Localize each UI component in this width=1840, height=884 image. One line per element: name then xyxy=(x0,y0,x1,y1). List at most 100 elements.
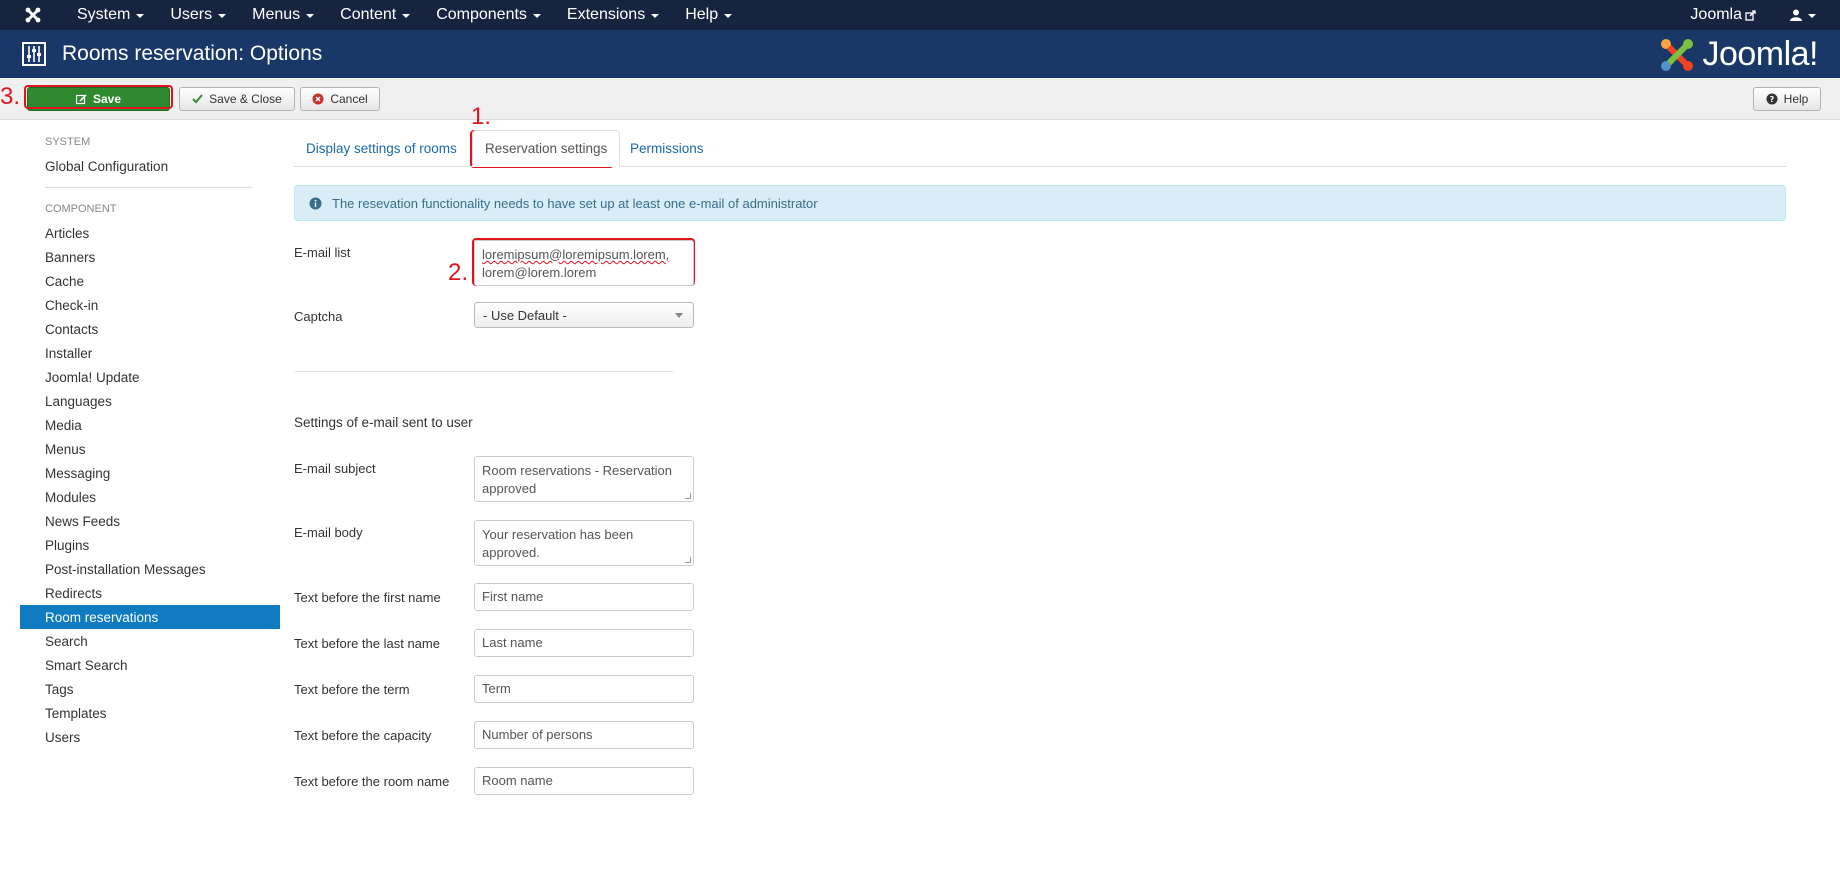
term-label: Text before the term xyxy=(294,682,410,697)
menu-help[interactable]: Help xyxy=(672,0,745,30)
sidebar-item-news-feeds[interactable]: News Feeds xyxy=(20,509,280,533)
sidebar-heading-component: COMPONENT xyxy=(45,203,117,215)
menu-label: Components xyxy=(436,6,527,23)
user-icon xyxy=(1790,9,1802,21)
resize-grip-icon[interactable] xyxy=(685,493,691,499)
sidebar-item-contacts[interactable]: Contacts xyxy=(20,317,280,341)
cancel-button[interactable]: Cancel xyxy=(300,87,380,111)
sidebar-item-templates[interactable]: Templates xyxy=(20,701,280,725)
tab-display-settings[interactable]: Display settings of rooms xyxy=(294,130,469,167)
sidebar-item-joomla-update[interactable]: Joomla! Update xyxy=(20,365,280,389)
captcha-selected-value: - Use Default - xyxy=(483,307,567,323)
save-button[interactable]: Save xyxy=(27,87,170,111)
sidebar-divider xyxy=(45,187,252,188)
menu-menus[interactable]: Menus xyxy=(239,0,327,30)
caret-down-icon xyxy=(218,14,227,18)
menu-users[interactable]: Users xyxy=(157,0,239,30)
email-subject-textarea[interactable]: Room reservations - Reservation approved xyxy=(474,456,694,502)
options-icon xyxy=(22,42,46,66)
email-list-line-2: lorem@lorem.lorem xyxy=(482,265,597,280)
captcha-label: Captcha xyxy=(294,309,343,324)
sidebar-item-cache[interactable]: Cache xyxy=(20,269,280,293)
site-link-label: Joomla xyxy=(1690,6,1742,23)
email-list-textarea[interactable]: loremipsum@loremipsum.lorem, lorem@lorem… xyxy=(474,240,694,286)
caret-down-icon xyxy=(532,14,541,18)
cancel-label: Cancel xyxy=(330,92,368,106)
email-body-value: Your reservation has been approved. xyxy=(482,527,634,560)
sidebar-item-post-installation-messages[interactable]: Post-installation Messages xyxy=(20,557,280,581)
topnav-right: Joomla xyxy=(1690,0,1840,30)
last-name-input[interactable]: Last name xyxy=(474,629,694,657)
room-name-label: Text before the room name xyxy=(294,774,450,789)
joomla-logo-icon xyxy=(1661,38,1694,71)
tab-reservation-settings[interactable]: Reservation settings xyxy=(472,130,621,167)
menu-label: System xyxy=(77,6,131,23)
sidebar-item-menus[interactable]: Menus xyxy=(20,437,280,461)
sidebar-item-tags[interactable]: Tags xyxy=(20,677,280,701)
menu-system[interactable]: System xyxy=(64,0,157,30)
joomla-logo-icon[interactable] xyxy=(20,2,46,28)
sidebar-item-banners[interactable]: Banners xyxy=(20,245,280,269)
menu-label: Users xyxy=(170,6,213,23)
sidebar-item-articles[interactable]: Articles xyxy=(20,221,280,245)
menu-label: Help xyxy=(685,6,719,23)
info-circle-icon xyxy=(309,197,322,210)
sidebar-heading-system: SYSTEM xyxy=(45,136,91,148)
email-list-label: E-mail list xyxy=(294,245,351,260)
alert-text: The resevation functionality needs to ha… xyxy=(332,195,818,211)
tab-bar: Display settings of rooms Reservation se… xyxy=(294,130,1786,167)
menu-content[interactable]: Content xyxy=(327,0,423,30)
sidebar-item-installer[interactable]: Installer xyxy=(20,341,280,365)
room-name-input[interactable]: Room name xyxy=(474,767,694,795)
caret-down-icon xyxy=(136,14,145,18)
brand-name: Joomla! xyxy=(1702,35,1818,73)
edit-icon xyxy=(75,93,87,105)
menu-label: Content xyxy=(340,6,397,23)
help-label: Help xyxy=(1783,92,1809,106)
sidebar-item-global-configuration[interactable]: Global Configuration xyxy=(20,154,280,178)
help-button[interactable]: ? Help xyxy=(1753,87,1821,111)
annotation-3: 3. xyxy=(0,83,21,110)
resize-grip-icon[interactable] xyxy=(685,557,691,563)
sidebar-item-messaging[interactable]: Messaging xyxy=(20,461,280,485)
capacity-input[interactable]: Number of persons xyxy=(474,721,694,749)
first-name-input[interactable]: First name xyxy=(474,583,694,611)
caret-down-icon xyxy=(306,14,315,18)
toolbar: Save Save & Close Cancel ? Help xyxy=(0,78,1840,120)
caret-down-icon xyxy=(1808,14,1816,18)
sidebar-item-modules[interactable]: Modules xyxy=(20,485,280,509)
top-menu: System Users Menus Content Components Ex… xyxy=(64,0,745,30)
page-title: Rooms reservation: Options xyxy=(62,42,323,65)
sidebar-item-room-reservations[interactable]: Room reservations xyxy=(20,605,280,629)
menu-components[interactable]: Components xyxy=(423,0,554,30)
sidebar-item-search[interactable]: Search xyxy=(20,629,280,653)
menu-label: Extensions xyxy=(566,6,646,23)
caret-down-icon xyxy=(724,14,733,18)
sidebar-item-plugins[interactable]: Plugins xyxy=(20,533,280,557)
tab-permissions[interactable]: Permissions xyxy=(618,130,716,167)
site-link[interactable]: Joomla xyxy=(1690,6,1756,24)
last-name-label: Text before the last name xyxy=(294,636,440,651)
email-body-textarea[interactable]: Your reservation has been approved. xyxy=(474,520,694,566)
sidebar-item-languages[interactable]: Languages xyxy=(20,389,280,413)
chevron-down-icon xyxy=(675,313,683,318)
save-close-button[interactable]: Save & Close xyxy=(179,87,295,111)
menu-label: Menus xyxy=(252,6,301,23)
sidebar-item-redirects[interactable]: Redirects xyxy=(20,581,280,605)
question-circle-icon: ? xyxy=(1766,93,1778,105)
caret-down-icon xyxy=(651,14,660,18)
sidebar-item-media[interactable]: Media xyxy=(20,413,280,437)
first-name-label: Text before the first name xyxy=(294,590,441,605)
sidebar-item-smart-search[interactable]: Smart Search xyxy=(20,653,280,677)
save-button-label: Save xyxy=(92,92,122,106)
term-input[interactable]: Term xyxy=(474,675,694,703)
user-menu[interactable] xyxy=(1790,9,1816,21)
menu-extensions[interactable]: Extensions xyxy=(554,0,672,30)
joomla-brand-logo: Joomla! xyxy=(1658,35,1818,74)
sidebar-item-check-in[interactable]: Check-in xyxy=(20,293,280,317)
page-header: Rooms reservation: Options Joomla! xyxy=(0,30,1840,78)
captcha-select[interactable]: - Use Default - xyxy=(474,302,694,328)
email-body-label: E-mail body xyxy=(294,525,363,540)
cancel-circle-icon xyxy=(312,93,324,105)
sidebar-item-users[interactable]: Users xyxy=(20,725,280,749)
